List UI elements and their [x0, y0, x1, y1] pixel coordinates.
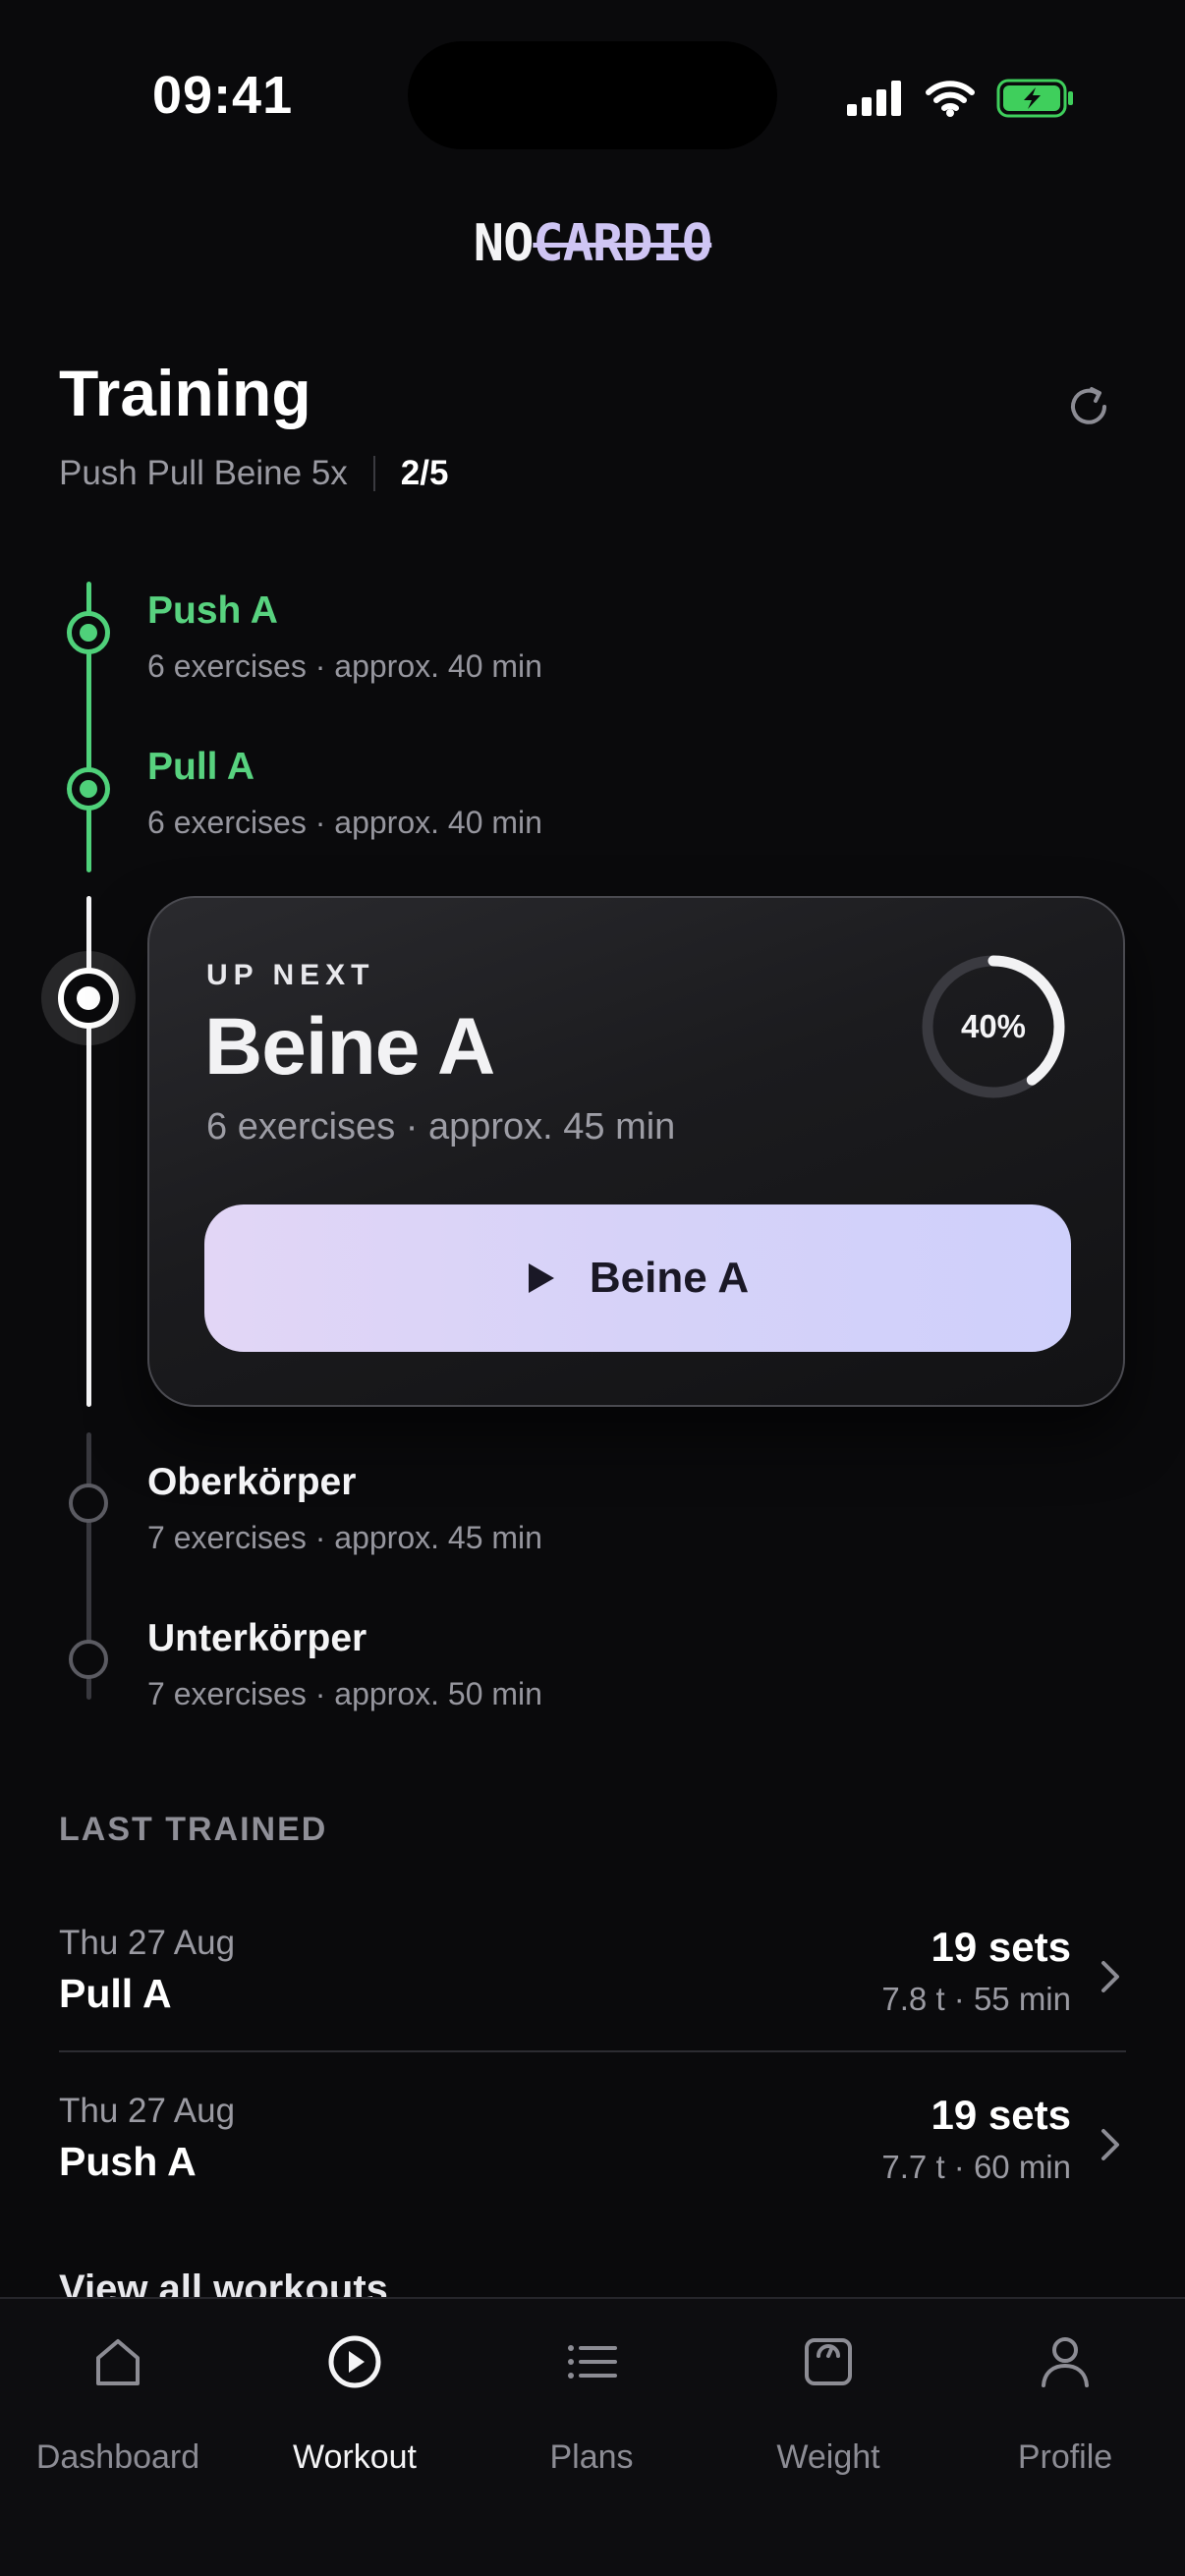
- tab-plans[interactable]: Plans: [474, 2332, 709, 2480]
- scale-icon: [805, 2338, 852, 2385]
- timeline-item-meta: 6 exercises · approx. 40 min: [147, 805, 542, 840]
- tab-bar: Dashboard Workout Plans Weight Profile: [0, 2297, 1185, 2576]
- dynamic-island: [408, 41, 777, 149]
- tab-label: Dashboard: [35, 2438, 200, 2476]
- up-next-meta: 6 exercises · approx. 45 min: [206, 1106, 676, 1148]
- timeline-item-title[interactable]: Pull A: [147, 746, 254, 789]
- timeline-dot-upcoming: [69, 1640, 108, 1679]
- person-icon: [1042, 2337, 1089, 2387]
- start-workout-label: Beine A: [589, 1254, 750, 1302]
- signal-icon: [847, 81, 901, 116]
- list-icon: [568, 2345, 617, 2379]
- timeline-dot-completed: [67, 611, 110, 654]
- progress-ring-label: 40%: [960, 1008, 1027, 1044]
- status-icons: [847, 69, 1075, 128]
- history-name: Pull A: [59, 1971, 172, 2016]
- timeline-dot-current: [58, 968, 119, 1029]
- timeline-dot-upcoming: [69, 1484, 108, 1523]
- chevron-right-icon: [1101, 2129, 1119, 2160]
- play-icon: [528, 1263, 554, 1293]
- tab-label: Plans: [549, 2438, 634, 2476]
- up-next-title: Beine A: [204, 1002, 495, 1092]
- history-date: Thu 27 Aug: [59, 2092, 236, 2130]
- timeline-item-meta: 7 exercises · approx. 50 min: [147, 1676, 542, 1711]
- page-title: Training: [59, 357, 311, 429]
- start-workout-button[interactable]: Beine A: [204, 1204, 1071, 1352]
- history-row[interactable]: Thu 27 Aug Push A 19 sets 7.7 t · 60 min: [59, 2092, 1126, 2239]
- timeline-item-title[interactable]: Push A: [147, 589, 278, 633]
- tab-label: Workout: [293, 2438, 417, 2476]
- history-stats: 7.7 t · 60 min: [881, 2149, 1071, 2185]
- tab-weight[interactable]: Weight: [710, 2332, 946, 2480]
- logo-struck: CARDIO: [533, 214, 712, 273]
- play-circle-icon: [328, 2335, 381, 2388]
- history-date: Thu 27 Aug: [59, 1924, 236, 1962]
- battery-icon: [996, 79, 1073, 118]
- wifi-icon: [926, 81, 975, 117]
- history-name: Push A: [59, 2139, 197, 2184]
- tab-label: Weight: [776, 2438, 880, 2476]
- timeline-item-title[interactable]: Oberkörper: [147, 1461, 356, 1504]
- history-divider: [59, 2050, 1126, 2052]
- up-next-eyebrow: UP NEXT: [206, 959, 375, 991]
- tab-dashboard[interactable]: Dashboard: [0, 2332, 236, 2480]
- history-stats: 7.8 t · 55 min: [881, 1981, 1071, 2017]
- history-sets: 19 sets: [931, 2092, 1071, 2138]
- timeline-item-meta: 7 exercises · approx. 45 min: [147, 1520, 542, 1555]
- plan-subtitle: Push Pull Beine 5x 2/5: [59, 454, 448, 493]
- tab-label: Profile: [1017, 2438, 1113, 2476]
- refresh-icon[interactable]: [1065, 383, 1112, 430]
- home-icon: [96, 2339, 140, 2385]
- plan-name: Push Pull Beine 5x: [59, 454, 348, 492]
- app-logo: NOCARDIO: [0, 214, 1185, 273]
- up-next-card[interactable]: UP NEXT Beine A 6 exercises · approx. 45…: [147, 896, 1125, 1407]
- timeline-item-title[interactable]: Unterkörper: [147, 1617, 367, 1660]
- status-time: 09:41: [152, 66, 294, 125]
- plan-progress-count: 2/5: [400, 454, 449, 492]
- status-bar: 09:41: [0, 0, 1185, 187]
- history-sets: 19 sets: [931, 1924, 1071, 1970]
- timeline-dot-completed: [67, 767, 110, 811]
- timeline-item-meta: 6 exercises · approx. 40 min: [147, 648, 542, 684]
- subtitle-divider: [372, 456, 375, 491]
- tab-profile[interactable]: Profile: [947, 2332, 1183, 2480]
- tab-workout[interactable]: Workout: [237, 2332, 473, 2480]
- history-row[interactable]: Thu 27 Aug Pull A 19 sets 7.8 t · 55 min: [59, 1924, 1126, 2071]
- logo-prefix: NO: [473, 214, 535, 273]
- last-trained-heading: LAST TRAINED: [59, 1811, 328, 1848]
- chevron-right-icon: [1101, 1961, 1119, 1992]
